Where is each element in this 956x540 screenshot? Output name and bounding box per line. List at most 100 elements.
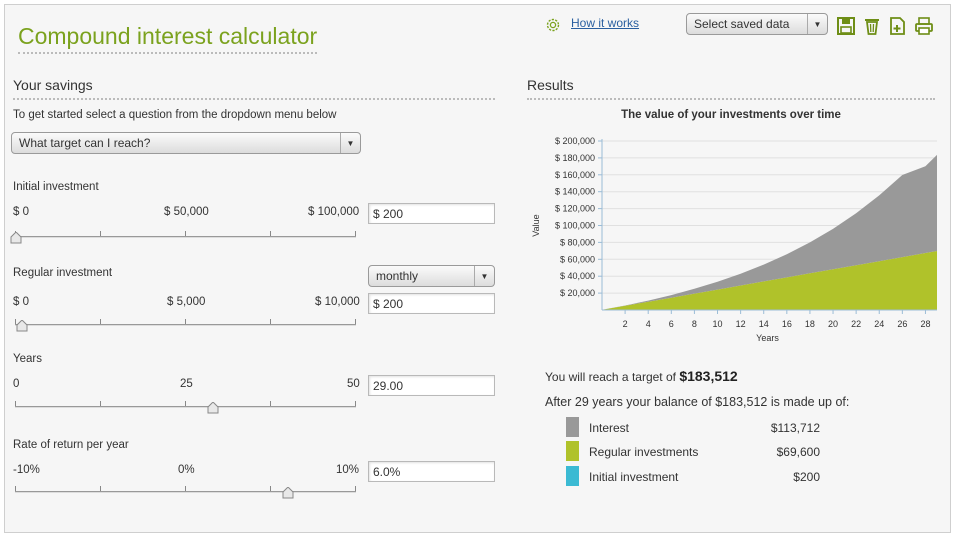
x-tick-label: 6 xyxy=(669,319,674,329)
trash-icon[interactable] xyxy=(862,16,882,36)
your-savings-heading: Your savings xyxy=(13,77,495,100)
slider-thumb[interactable] xyxy=(207,402,219,414)
x-tick-label: 4 xyxy=(646,319,651,329)
x-tick-label: 14 xyxy=(759,319,769,329)
slider-track[interactable] xyxy=(15,236,356,238)
y-tick-label: $ 40,000 xyxy=(560,271,595,281)
slider-tick xyxy=(270,486,271,491)
frequency-select-value: monthly xyxy=(376,269,419,283)
rate-min-label: -10% xyxy=(13,464,40,476)
x-tick-label: 8 xyxy=(692,319,697,329)
y-axis-label: Value xyxy=(531,214,541,236)
rate-input[interactable]: 6.0% xyxy=(368,461,495,482)
slider-thumb[interactable] xyxy=(16,320,28,332)
slider-tick xyxy=(100,319,101,324)
how-it-works-link[interactable]: How it works xyxy=(571,16,639,30)
slider-thumb[interactable] xyxy=(10,232,22,244)
y-tick-label: $ 100,000 xyxy=(555,221,595,231)
regular-mid-label: $ 5,000 xyxy=(167,296,206,308)
x-axis-label: Years xyxy=(756,333,779,343)
regular-investment-input[interactable]: $ 200 xyxy=(368,293,495,314)
rate-mid-label: 0% xyxy=(178,464,195,476)
y-tick-label: $ 120,000 xyxy=(555,204,595,214)
years-max-label: 50 xyxy=(347,378,360,390)
slider-tick xyxy=(185,319,186,324)
chart-title: The value of your investments over time xyxy=(621,109,841,121)
slider-tick xyxy=(355,401,356,406)
new-document-icon[interactable] xyxy=(888,16,908,36)
breakdown-label: Regular investments xyxy=(589,445,699,459)
slider-tick xyxy=(355,486,356,491)
y-tick-label: $ 60,000 xyxy=(560,254,595,264)
slider-tick xyxy=(100,486,101,491)
investment-chart: $ 20,000 $ 40,000 $ 60,000 $ 80,000 $ 100,00… xyxy=(531,136,937,343)
slider-track[interactable] xyxy=(15,324,356,326)
page-title: Compound interest calculator xyxy=(18,23,318,54)
initial-investment-input[interactable]: $ 200 xyxy=(368,203,495,224)
slider-tick xyxy=(185,401,186,406)
slider-track[interactable] xyxy=(15,406,356,408)
frequency-select[interactable]: monthly ▼ xyxy=(368,265,495,287)
chevron-down-icon: ▼ xyxy=(474,266,494,286)
question-select[interactable]: What target can I reach? ▼ xyxy=(11,132,361,154)
x-tick-label: 12 xyxy=(736,319,746,329)
initial-mid-label: $ 50,000 xyxy=(164,206,209,218)
x-tick-label: 20 xyxy=(828,319,838,329)
y-tick-label: $ 80,000 xyxy=(560,237,595,247)
x-tick-label: 22 xyxy=(851,319,861,329)
slider-tick xyxy=(270,401,271,406)
results-heading: Results xyxy=(527,77,935,100)
breakdown-row-regular: Regular investments $69,600 xyxy=(566,441,820,461)
save-icon[interactable] xyxy=(836,16,856,36)
years-input[interactable]: 29.00 xyxy=(368,375,495,396)
breakdown-value: $200 xyxy=(793,470,820,484)
saved-data-select[interactable]: Select saved data ▼ xyxy=(686,13,828,35)
slider-tick xyxy=(100,401,101,406)
y-tick-label: $ 200,000 xyxy=(555,136,595,146)
rate-max-label: 10% xyxy=(336,464,360,476)
initial-max-label: $ 100,000 xyxy=(308,206,360,218)
regular-investment-slider[interactable] xyxy=(15,319,356,332)
initial-investment-slider[interactable] xyxy=(10,231,356,244)
slider-tick xyxy=(270,231,271,236)
y-tick-label: $ 140,000 xyxy=(555,187,595,197)
slider-tick xyxy=(15,401,16,406)
years-slider[interactable] xyxy=(15,401,356,414)
regular-swatch xyxy=(566,441,579,461)
balance-breakdown-text: After 29 years your balance of $183,512 … xyxy=(545,395,850,409)
chevron-down-icon: ▼ xyxy=(807,14,827,34)
slider-tick xyxy=(100,231,101,236)
slider-thumb[interactable] xyxy=(282,487,294,499)
calculator-panel: Compound interest calculator How it work… xyxy=(4,4,951,533)
regular-min-label: $ 0 xyxy=(13,296,29,308)
slider-track[interactable] xyxy=(15,491,356,493)
breakdown-value: $69,600 xyxy=(776,445,820,459)
breakdown-label: Interest xyxy=(589,421,630,435)
x-tick-label: 2 xyxy=(623,319,628,329)
slider-tick xyxy=(355,231,356,236)
y-tick-label: $ 160,000 xyxy=(555,170,595,180)
slider-tick xyxy=(15,486,16,491)
years-mid-label: 25 xyxy=(180,378,193,390)
x-tick-label: 16 xyxy=(782,319,792,329)
gear-icon[interactable] xyxy=(545,17,561,33)
x-tick-label: 28 xyxy=(920,319,930,329)
rate-label: Rate of return per year xyxy=(13,439,129,451)
interest-swatch xyxy=(566,417,579,437)
regular-max-label: $ 10,000 xyxy=(315,296,360,308)
breakdown-row-interest: Interest $113,712 xyxy=(566,417,820,437)
initial-swatch xyxy=(566,466,579,486)
target-value: $183,512 xyxy=(679,368,738,384)
breakdown-value: $113,712 xyxy=(770,421,820,435)
breakdown-label: Initial investment xyxy=(589,470,679,484)
y-tick-label: $ 180,000 xyxy=(555,153,595,163)
x-tick-label: 26 xyxy=(897,319,907,329)
breakdown-row-initial: Initial investment $200 xyxy=(566,466,820,486)
slider-tick xyxy=(185,231,186,236)
chevron-down-icon: ▼ xyxy=(340,133,360,153)
print-icon[interactable] xyxy=(914,16,934,36)
rate-slider[interactable] xyxy=(15,486,356,499)
initial-investment-label: Initial investment xyxy=(13,181,99,193)
saved-data-select-value: Select saved data xyxy=(694,17,790,31)
x-tick-label: 10 xyxy=(713,319,723,329)
